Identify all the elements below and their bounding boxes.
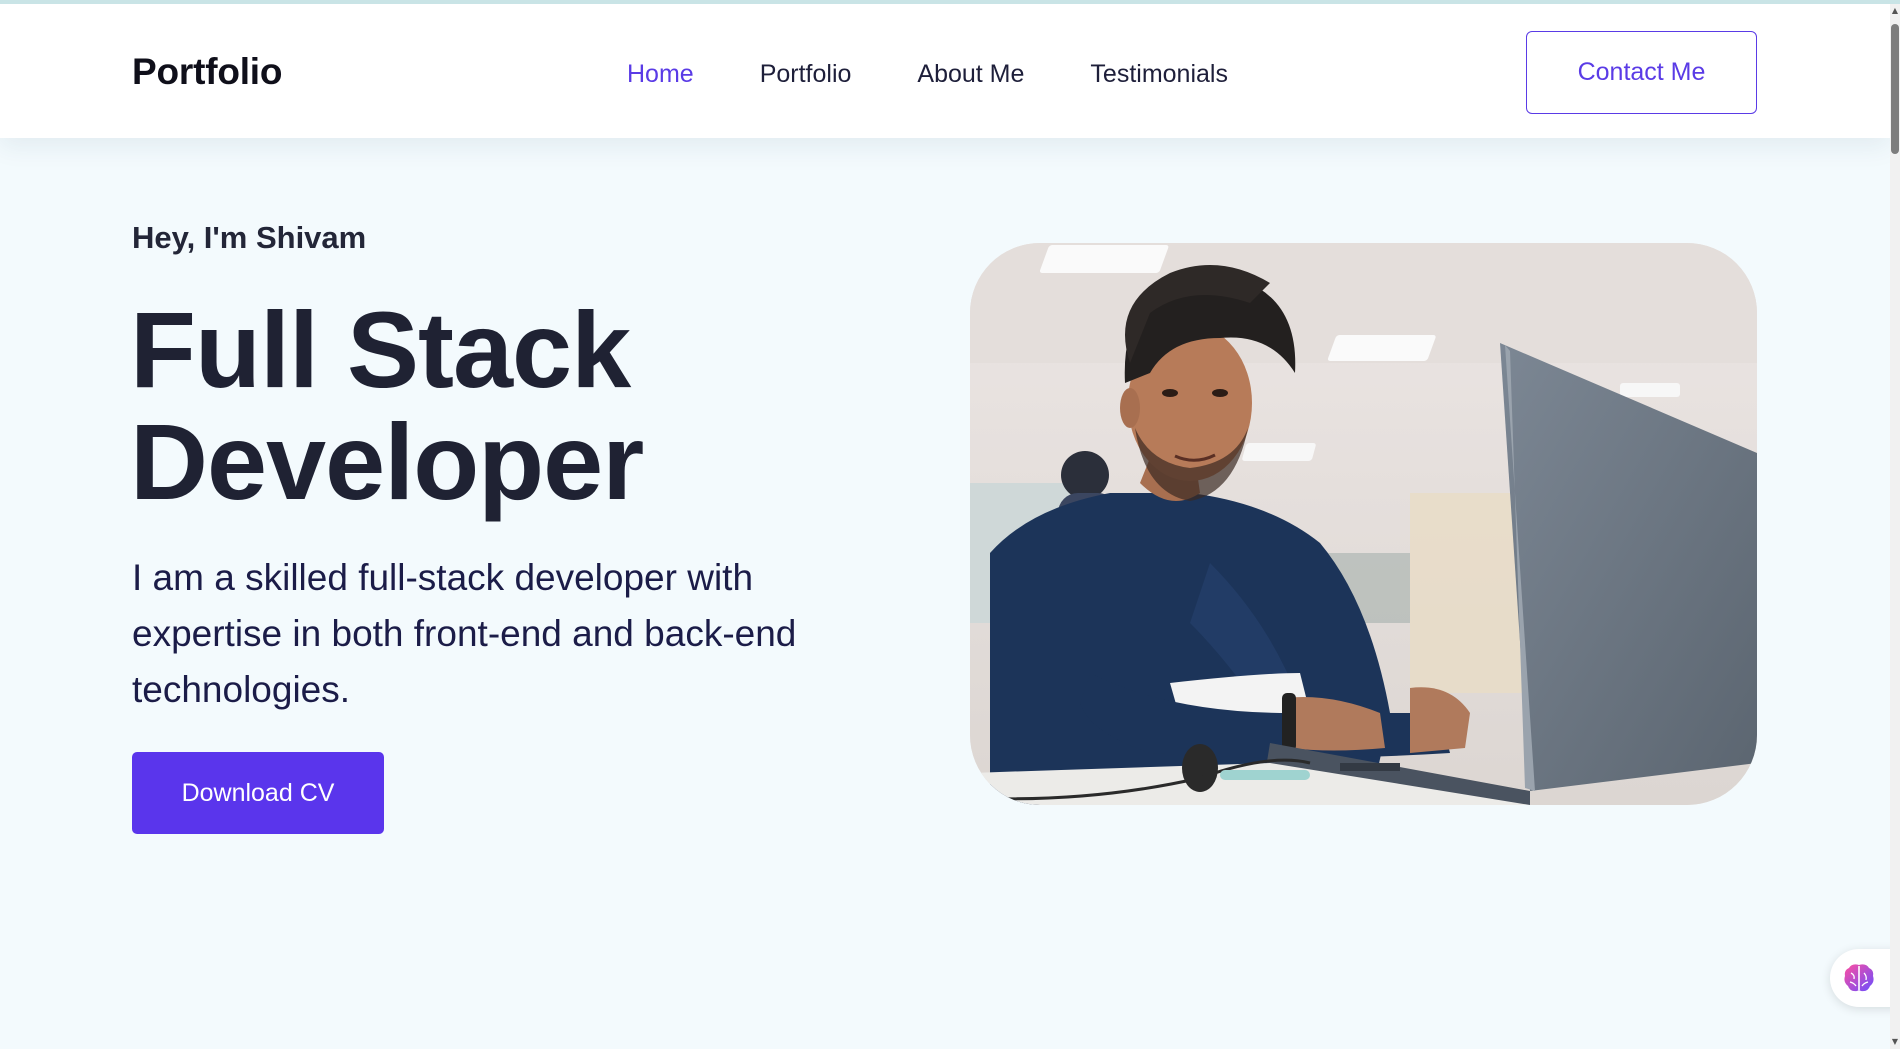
- hero-intro: I am a skilled full-stack developer with…: [132, 557, 797, 710]
- contact-me-button[interactable]: Contact Me: [1526, 31, 1757, 114]
- profile-photo: [970, 243, 1757, 805]
- headline-line-2: Developer: [130, 401, 644, 522]
- download-cv-button[interactable]: Download CV: [132, 752, 384, 834]
- vertical-scrollbar[interactable]: ▲ ▼: [1890, 4, 1900, 1049]
- nav-link-portfolio[interactable]: Portfolio: [760, 60, 852, 89]
- main-nav: Home Portfolio About Me Testimonials: [627, 60, 1294, 89]
- profile-photo-illustration: [970, 243, 1757, 805]
- hero-headline: Full Stack Developer: [130, 294, 850, 518]
- page-viewport: Portfolio Home Portfolio About Me Testim…: [0, 4, 1890, 1049]
- brain-icon: [1844, 964, 1874, 992]
- top-navbar: Portfolio Home Portfolio About Me Testim…: [0, 4, 1890, 138]
- scroll-up-arrow[interactable]: ▲: [1890, 6, 1900, 16]
- nav-link-testimonials[interactable]: Testimonials: [1090, 60, 1228, 89]
- nav-link-about-me[interactable]: About Me: [917, 60, 1024, 89]
- scroll-thumb[interactable]: [1891, 24, 1899, 154]
- headline-line-1: Full Stack: [130, 289, 631, 410]
- hero-greeting: Hey, I'm Shivam: [132, 220, 367, 255]
- scroll-down-arrow[interactable]: ▼: [1890, 1037, 1900, 1047]
- assistant-widget[interactable]: [1830, 949, 1890, 1007]
- brand-logo[interactable]: Portfolio: [132, 51, 282, 93]
- nav-link-home[interactable]: Home: [627, 60, 694, 89]
